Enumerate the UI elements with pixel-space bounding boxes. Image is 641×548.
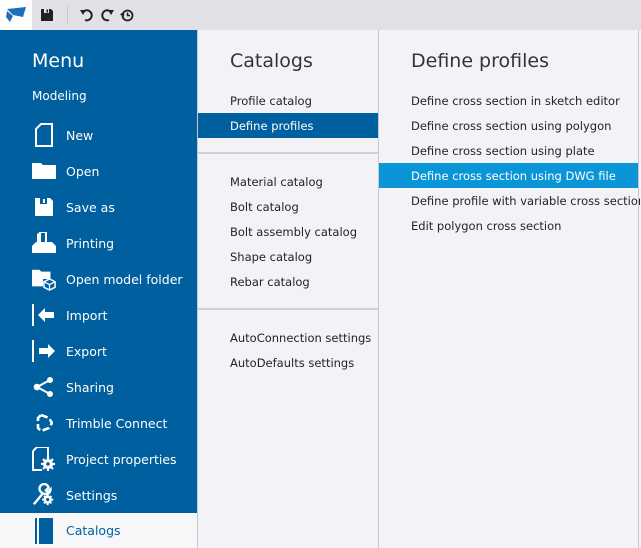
menu-subtitle: Modeling <box>32 89 87 103</box>
sidebar-item-label: Sharing <box>66 379 114 395</box>
redo-button[interactable] <box>97 5 117 25</box>
menu-item-shape-catalog[interactable]: Shape catalog <box>198 244 378 269</box>
sidebar-item-label: Project properties <box>66 451 177 467</box>
define-profiles-panel: Define profiles Define cross section in … <box>379 30 641 548</box>
menu-item-autoconnection-settings[interactable]: AutoConnection settings <box>198 325 378 350</box>
divider <box>198 152 378 154</box>
undo-button[interactable] <box>77 5 97 25</box>
sidebar-item-sharing[interactable]: Sharing <box>0 369 197 405</box>
redo-icon <box>101 9 114 22</box>
toolbar-separator <box>67 5 68 25</box>
sidebar-item-label: Catalogs <box>66 523 121 538</box>
menu-item-using-dwg-file[interactable]: Define cross section using DWG file <box>379 163 638 188</box>
sidebar-item-label: Open model folder <box>66 271 183 287</box>
catalog-book-icon <box>32 518 56 544</box>
sidebar-item-new[interactable]: New <box>0 117 197 153</box>
menu-item-variable-cross-section[interactable]: Define profile with variable cross secti… <box>379 188 641 213</box>
sidebar-item-catalogs[interactable]: Catalogs <box>0 513 197 548</box>
undo-icon <box>80 9 93 22</box>
sidebar-item-label: Settings <box>66 487 118 503</box>
catalogs-panel: Catalogs Profile catalog Define profiles… <box>197 30 379 548</box>
printer-icon <box>32 231 56 255</box>
sidebar-item-export[interactable]: Export <box>0 333 197 369</box>
main-menu-sidebar: Menu Modeling New Open Save as Printing … <box>0 30 197 548</box>
sidebar-item-label: New <box>66 127 94 143</box>
quick-access-toolbar <box>0 0 641 30</box>
menu-title: Menu <box>32 50 85 72</box>
sidebar-item-label: Save as <box>66 199 115 215</box>
trimble-connect-icon <box>32 411 56 435</box>
menu-item-sketch-editor[interactable]: Define cross section in sketch editor <box>379 88 638 113</box>
menu-item-bolt-assembly-catalog[interactable]: Bolt assembly catalog <box>198 219 378 244</box>
sidebar-item-printing[interactable]: Printing <box>0 225 197 261</box>
settings-icon <box>32 483 56 507</box>
menu-item-define-profiles[interactable]: Define profiles <box>198 113 378 138</box>
menu-item-material-catalog[interactable]: Material catalog <box>198 169 378 194</box>
sidebar-item-label: Open <box>66 163 100 179</box>
sidebar-item-project-properties[interactable]: Project properties <box>0 441 197 477</box>
history-button[interactable] <box>117 5 137 25</box>
tekla-logo-icon <box>6 7 26 22</box>
menu-item-rebar-catalog[interactable]: Rebar catalog <box>198 269 378 294</box>
import-icon <box>32 303 56 327</box>
tekla-logo[interactable] <box>0 0 32 30</box>
menu-item-profile-catalog[interactable]: Profile catalog <box>198 88 378 113</box>
divider <box>198 308 378 310</box>
menu-item-using-polygon[interactable]: Define cross section using polygon <box>379 113 638 138</box>
menu-item-using-plate[interactable]: Define cross section using plate <box>379 138 638 163</box>
menu-item-autodefaults-settings[interactable]: AutoDefaults settings <box>198 350 378 375</box>
sidebar-item-save-as[interactable]: Save as <box>0 189 197 225</box>
sidebar-item-trimble-connect[interactable]: Trimble Connect <box>0 405 197 441</box>
sidebar-item-settings[interactable]: Settings <box>0 477 197 513</box>
sidebar-item-open[interactable]: Open <box>0 153 197 189</box>
sidebar-item-import[interactable]: Import <box>0 297 197 333</box>
model-folder-icon <box>32 267 56 291</box>
folder-icon <box>32 159 56 183</box>
catalogs-title: Catalogs <box>230 50 313 72</box>
menu-item-bolt-catalog[interactable]: Bolt catalog <box>198 194 378 219</box>
sidebar-item-label: Printing <box>66 235 115 251</box>
menu-item-edit-polygon-cross-section[interactable]: Edit polygon cross section <box>379 213 638 238</box>
new-file-icon <box>32 123 56 147</box>
sidebar-item-label: Import <box>66 307 108 323</box>
export-icon <box>32 339 56 363</box>
define-profiles-title: Define profiles <box>411 50 549 72</box>
sidebar-item-label: Export <box>66 343 107 359</box>
project-properties-icon <box>32 447 56 471</box>
save-icon <box>41 9 53 21</box>
sidebar-item-open-model-folder[interactable]: Open model folder <box>0 261 197 297</box>
save-button[interactable] <box>37 5 57 25</box>
save-icon <box>32 195 56 219</box>
share-icon <box>32 375 56 399</box>
sidebar-item-label: Trimble Connect <box>66 415 168 431</box>
history-icon <box>120 9 134 22</box>
